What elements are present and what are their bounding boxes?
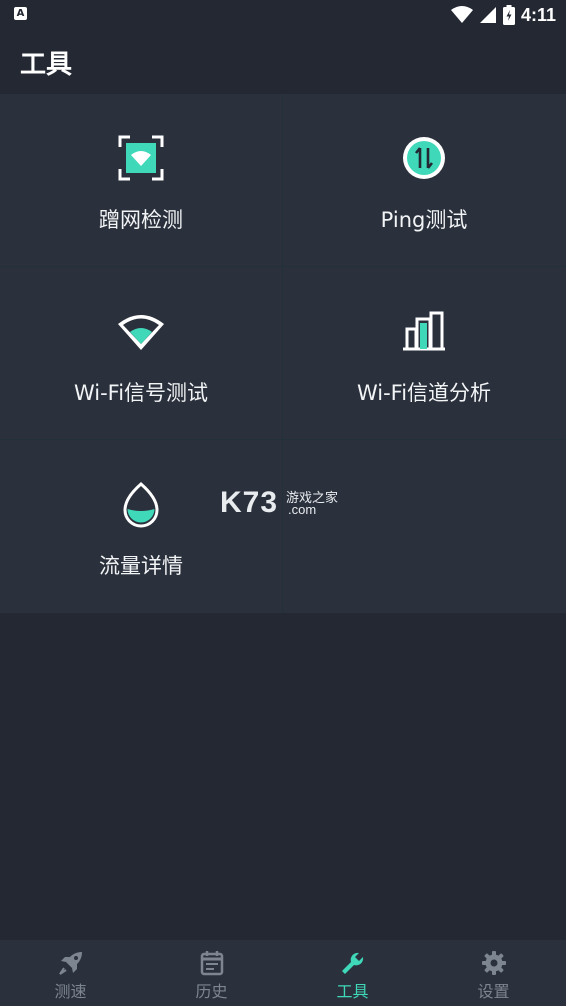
page-title: 工具 <box>20 50 73 80</box>
tool-scan-network[interactable]: 蹭网检测 <box>0 94 282 266</box>
scan-wifi-icon <box>118 135 164 181</box>
tool-wifi-signal[interactable]: Wi-Fi信号测试 <box>0 267 282 439</box>
grid-divider <box>282 94 283 613</box>
watermark-brand: K73 <box>220 486 279 519</box>
status-time: 4:11 <box>520 4 556 25</box>
bottom-nav: 测速 历史 工具 设置 <box>0 940 566 1006</box>
wifi-signal-icon <box>118 315 164 350</box>
tool-label: Wi-Fi信道分析 <box>356 381 492 405</box>
data-drop-icon <box>123 482 159 528</box>
ping-arrows-icon <box>403 137 445 179</box>
calendar-icon <box>200 951 223 976</box>
battery-icon <box>502 5 515 25</box>
tool-empty-slot <box>283 440 565 612</box>
status-icons: 4:11 <box>450 3 556 27</box>
gear-icon <box>481 951 506 975</box>
tool-wifi-channel[interactable]: Wi-Fi信道分析 <box>283 267 565 439</box>
cell-signal-icon <box>479 7 496 23</box>
tool-label: 蹭网检测 <box>99 208 183 232</box>
nav-label: 历史 <box>195 982 228 1001</box>
channel-bars-icon <box>403 311 445 351</box>
grid-divider <box>0 266 566 267</box>
tool-label: 流量详情 <box>99 554 183 578</box>
notification-icon: A <box>14 7 27 20</box>
wrench-icon <box>341 952 363 974</box>
nav-item-settings[interactable]: 设置 <box>423 940 564 1006</box>
tools-grid: 蹭网检测 Ping测试 Wi-Fi信号测试 Wi-Fi信道分析 流量详情 <box>0 94 566 613</box>
rocket-icon <box>58 952 82 975</box>
watermark-domain: .com <box>288 502 317 517</box>
nav-label: 工具 <box>336 982 369 1001</box>
tool-ping-test[interactable]: Ping测试 <box>283 94 565 266</box>
wifi-status-icon <box>450 6 473 23</box>
watermark-logo: K73 游戏之家 .com <box>220 486 350 522</box>
nav-item-speed-test[interactable]: 测速 <box>0 940 141 1006</box>
app-bar: 工具 <box>0 30 566 94</box>
tool-label: Ping测试 <box>380 208 468 232</box>
grid-divider <box>0 439 566 440</box>
status-bar: A 4:11 <box>0 0 566 30</box>
tool-data-usage[interactable]: 流量详情 <box>0 440 282 612</box>
tool-label: Wi-Fi信号测试 <box>73 381 209 405</box>
nav-label: 设置 <box>477 982 510 1001</box>
nav-label: 测速 <box>54 982 87 1001</box>
nav-item-tools[interactable]: 工具 <box>282 940 423 1006</box>
nav-item-history[interactable]: 历史 <box>141 940 282 1006</box>
